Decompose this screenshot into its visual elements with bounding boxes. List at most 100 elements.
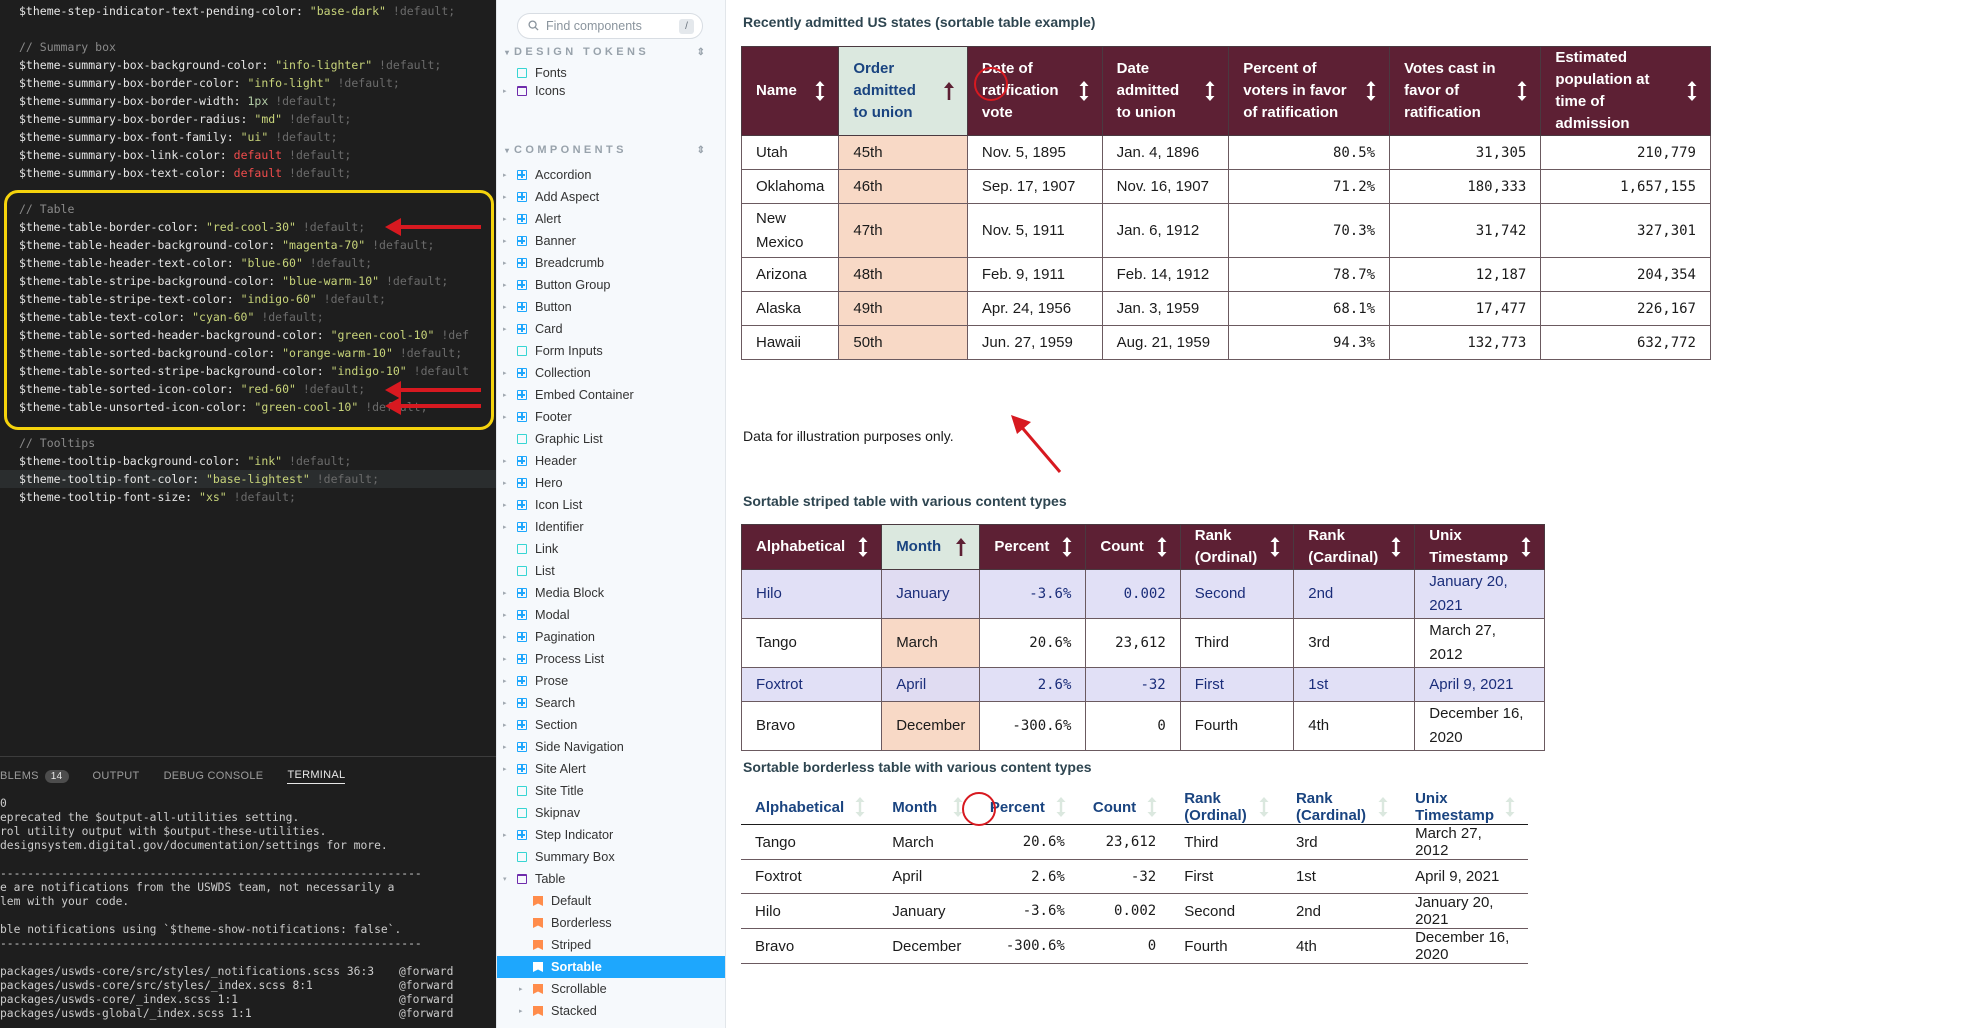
code-line[interactable]: $theme-summary-box-border-width: 1px !de… <box>0 92 496 110</box>
nav-item-alert[interactable]: ▸ Alert <box>497 208 725 230</box>
column-header[interactable]: Rank (Ordinal) <box>1179 524 1295 570</box>
nav-item-search[interactable]: ▸ Search <box>497 692 725 714</box>
code-line[interactable]: $theme-table-stripe-background-color: "b… <box>0 272 496 290</box>
sort-unsorted-icon[interactable] <box>1269 537 1281 557</box>
code-line[interactable]: // Summary box <box>0 38 496 56</box>
column-header[interactable]: Rank (Cardinal) <box>1281 790 1402 825</box>
code-line[interactable]: $theme-table-header-text-color: "blue-60… <box>0 254 496 272</box>
panel-tab-blems[interactable]: BLEMS 14 <box>0 769 69 783</box>
sort-unsorted-icon[interactable] <box>854 797 866 817</box>
section-components[interactable]: ▾ COMPONENTS ⇕ <box>505 144 705 156</box>
sort-unsorted-icon[interactable] <box>814 81 826 101</box>
nav-item-prose[interactable]: ▸ Prose <box>497 670 725 692</box>
nav-item-banner[interactable]: ▸ Banner <box>497 230 725 252</box>
nav-item-summary-box[interactable]: Summary Box <box>497 846 725 868</box>
nav-item-embed-container[interactable]: ▸ Embed Container <box>497 384 725 406</box>
code-line[interactable] <box>0 20 496 38</box>
sort-unsorted-icon[interactable] <box>1377 797 1389 817</box>
column-header[interactable]: Count <box>1085 524 1181 570</box>
sort-unsorted-icon[interactable] <box>1204 81 1216 101</box>
nav-item-breadcrumb[interactable]: ▸ Breadcrumb <box>497 252 725 274</box>
nav-item-button-group[interactable]: ▸ Button Group <box>497 274 725 296</box>
nav-item-side-navigation[interactable]: ▸ Side Navigation <box>497 736 725 758</box>
code-line[interactable]: $theme-summary-box-text-color: default !… <box>0 164 496 182</box>
code-line[interactable]: $theme-table-sorted-header-background-co… <box>0 326 496 344</box>
panel-tab-terminal[interactable]: TERMINAL <box>287 769 346 784</box>
nav-item-icons[interactable]: ▸ Icons <box>497 80 725 102</box>
code-line[interactable]: // Tooltips <box>0 434 496 452</box>
column-header[interactable]: Month <box>881 524 981 570</box>
nav-item-step-indicator[interactable]: ▸ Step Indicator <box>497 824 725 846</box>
sort-unsorted-icon[interactable] <box>1055 797 1067 817</box>
nav-item-table[interactable]: ▾ Table <box>497 868 725 890</box>
code-line[interactable]: $theme-tooltip-font-size: "xs" !default; <box>0 488 496 506</box>
nav-item-section[interactable]: ▸ Section <box>497 714 725 736</box>
nav-item-hero[interactable]: ▸ Hero <box>497 472 725 494</box>
nav-item-table-striped[interactable]: Striped <box>497 934 725 956</box>
column-header[interactable]: Percent <box>979 524 1087 570</box>
sort-unsorted-icon[interactable] <box>1061 537 1073 557</box>
sort-unsorted-icon[interactable] <box>1156 537 1168 557</box>
nav-item-table-stacked[interactable]: ▸ Stacked <box>497 1000 725 1022</box>
column-header[interactable]: Alphabetical <box>741 790 879 825</box>
nav-item-table-borderless[interactable]: Borderless <box>497 912 725 934</box>
sort-unsorted-icon[interactable] <box>952 797 964 817</box>
column-header[interactable]: Estimated population at time of admissio… <box>1540 46 1711 136</box>
nav-item-footer[interactable]: ▸ Footer <box>497 406 725 428</box>
nav-item-table-scrollable[interactable]: ▸ Scrollable <box>497 978 725 1000</box>
nav-item-process-list[interactable]: ▸ Process List <box>497 648 725 670</box>
code-line[interactable]: $theme-table-text-color: "cyan-60" !defa… <box>0 308 496 326</box>
column-header[interactable]: Name <box>740 46 840 136</box>
nav-item-add-aspect[interactable]: ▸ Add Aspect <box>497 186 725 208</box>
code-line[interactable]: $theme-table-sorted-stripe-background-co… <box>0 362 496 380</box>
nav-item-modal[interactable]: ▸ Modal <box>497 604 725 626</box>
nav-item-pagination[interactable]: ▸ Pagination <box>497 626 725 648</box>
nav-item-table-default[interactable]: Default <box>497 890 725 912</box>
sort-unsorted-icon[interactable] <box>1520 537 1532 557</box>
column-header[interactable]: Percent of voters in favor of ratificati… <box>1228 46 1391 136</box>
section-design-tokens[interactable]: ▾ DESIGN TOKENS ⇕ <box>505 46 705 58</box>
code-editor[interactable]: $theme-step-indicator-text-pending-color… <box>0 0 496 1028</box>
code-line[interactable]: // Table <box>0 200 496 218</box>
sort-unsorted-icon[interactable] <box>1686 81 1698 101</box>
panel-tab-output[interactable]: OUTPUT <box>93 770 140 782</box>
sort-unsorted-icon[interactable] <box>1504 797 1516 817</box>
sort-unsorted-icon[interactable] <box>1390 537 1402 557</box>
nav-item-icon-list[interactable]: ▸ Icon List <box>497 494 725 516</box>
nav-item-site-alert[interactable]: ▸ Site Alert <box>497 758 725 780</box>
sort-unsorted-icon[interactable] <box>1258 797 1270 817</box>
sort-unsorted-icon[interactable] <box>1078 81 1090 101</box>
column-header[interactable]: Votes cast in favor of ratification <box>1389 46 1542 136</box>
code-line[interactable]: $theme-table-header-background-color: "m… <box>0 236 496 254</box>
nav-item-list[interactable]: List <box>497 560 725 582</box>
nav-item-site-title[interactable]: Site Title <box>497 780 725 802</box>
column-header[interactable]: Date of ratification vote <box>966 46 1103 136</box>
nav-item-header[interactable]: ▸ Header <box>497 450 725 472</box>
nav-item-media-block[interactable]: ▸ Media Block <box>497 582 725 604</box>
sort-unsorted-icon[interactable] <box>1146 797 1158 817</box>
nav-item-graphic-list[interactable]: Graphic List <box>497 428 725 450</box>
sort-unsorted-icon[interactable] <box>1516 81 1528 101</box>
code-line[interactable] <box>0 182 496 200</box>
code-area[interactable]: $theme-step-indicator-text-pending-color… <box>0 0 496 754</box>
search-input[interactable] <box>546 19 666 33</box>
nav-item-form-inputs[interactable]: Form Inputs <box>497 340 725 362</box>
nav-item-collection[interactable]: ▸ Collection <box>497 362 725 384</box>
terminal-output[interactable]: 0 eprecated the $output-all-utilities set… <box>0 795 496 1021</box>
panel-tab-debug-console[interactable]: DEBUG CONSOLE <box>164 770 264 782</box>
nav-item-skipnav[interactable]: Skipnav <box>497 802 725 824</box>
column-header[interactable]: Alphabetical <box>740 524 883 570</box>
nav-item-link[interactable]: Link <box>497 538 725 560</box>
sort-unsorted-icon[interactable] <box>1365 81 1377 101</box>
code-line[interactable]: $theme-summary-box-font-family: "ui" !de… <box>0 128 496 146</box>
nav-item-accordion[interactable]: ▸ Accordion <box>497 164 725 186</box>
nav-item-button[interactable]: ▸ Button <box>497 296 725 318</box>
code-line[interactable]: $theme-step-indicator-text-pending-color… <box>0 2 496 20</box>
column-header[interactable]: Unix Timestamp <box>1401 790 1528 825</box>
nav-item-identifier[interactable]: ▸ Identifier <box>497 516 725 538</box>
code-line[interactable]: $theme-summary-box-border-radius: "md" !… <box>0 110 496 128</box>
sort-ascending-icon[interactable] <box>943 81 955 101</box>
column-header[interactable]: Month <box>878 790 976 825</box>
code-line[interactable]: $theme-tooltip-background-color: "ink" !… <box>0 452 496 470</box>
column-header[interactable]: Unix Timestamp <box>1414 524 1546 570</box>
